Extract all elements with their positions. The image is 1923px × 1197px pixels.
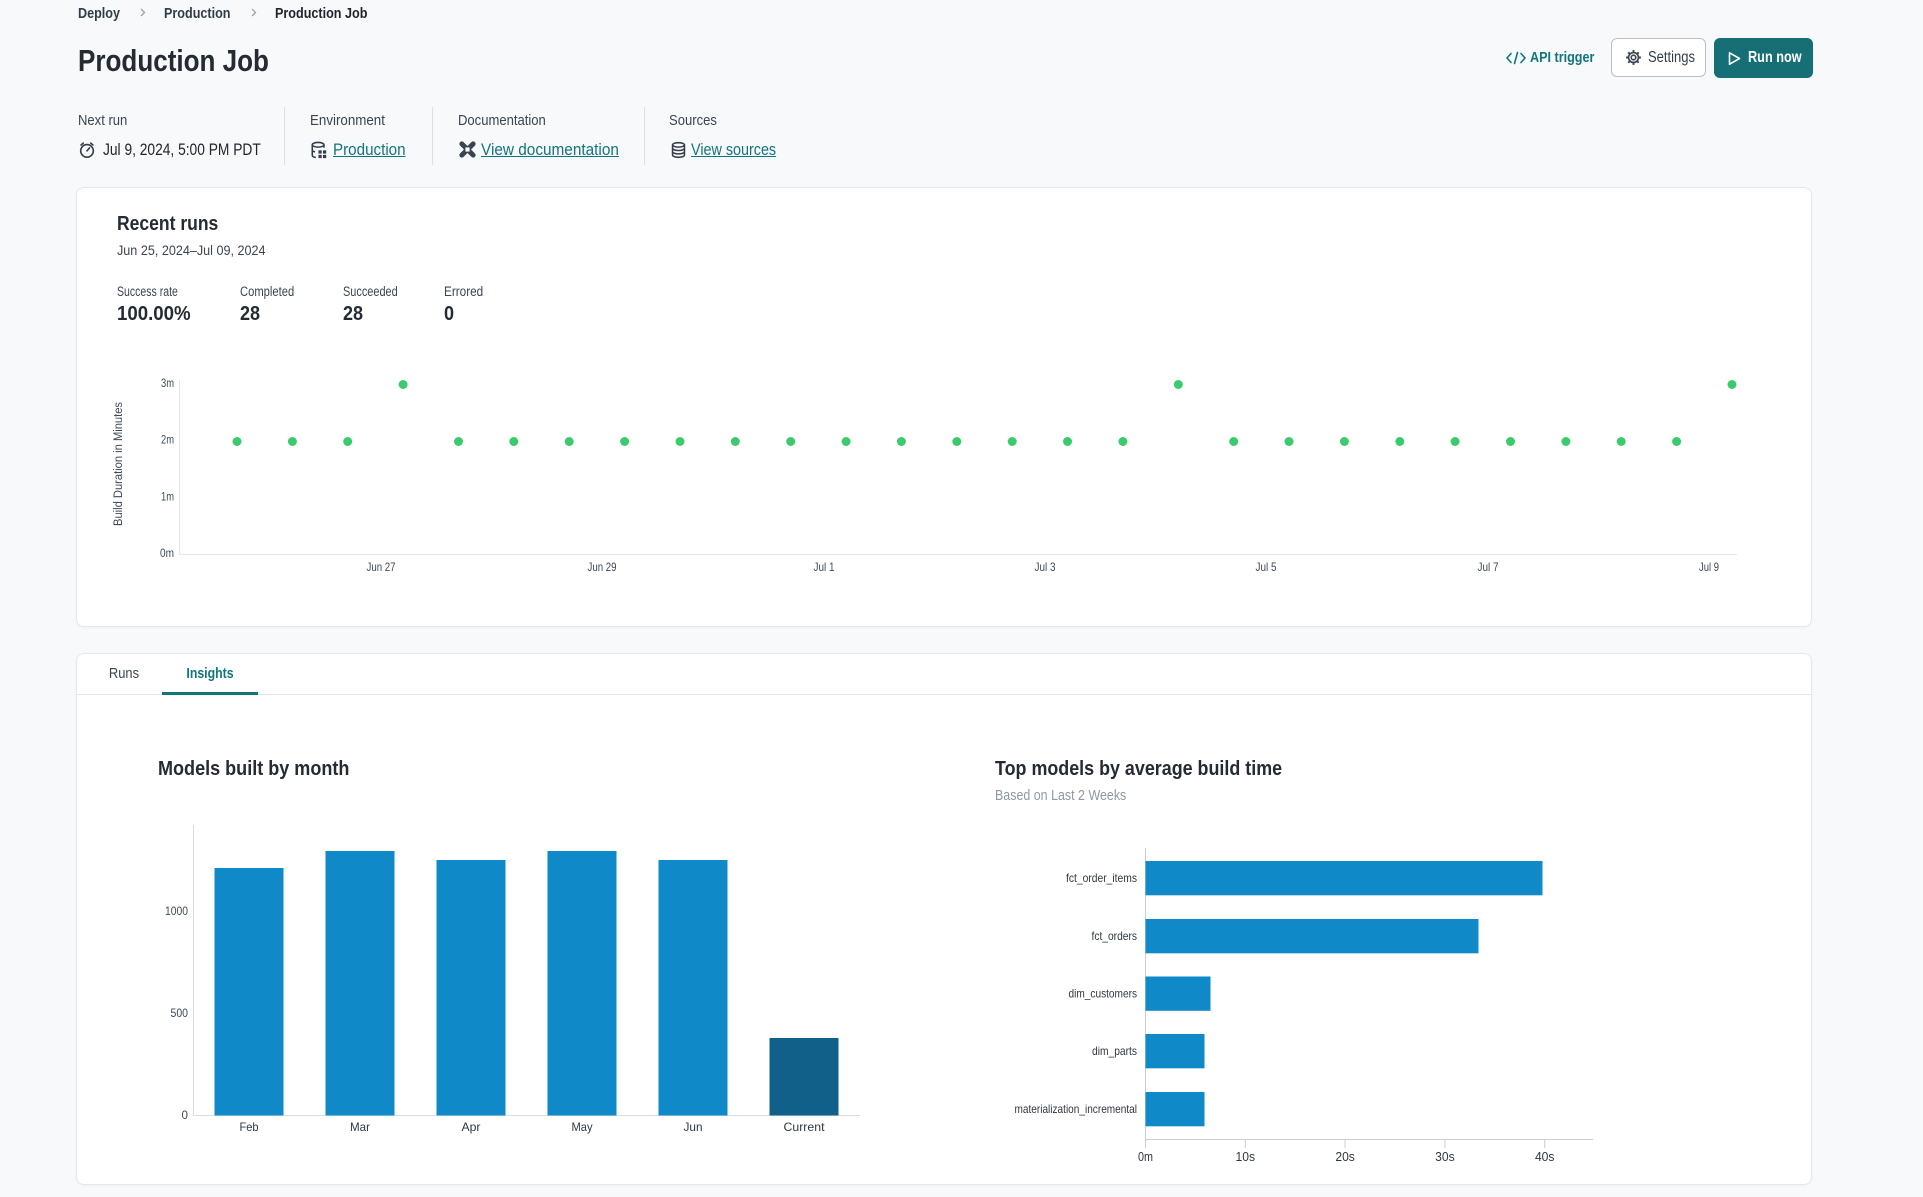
svg-text:3m: 3m	[161, 376, 174, 390]
svg-text:Jun 27: Jun 27	[367, 560, 396, 574]
svg-text:1000: 1000	[165, 904, 188, 918]
svg-text:0m: 0m	[1138, 1150, 1153, 1164]
svg-text:10s: 10s	[1236, 1150, 1256, 1164]
svg-text:Jul 7: Jul 7	[1478, 560, 1499, 574]
svg-text:20s: 20s	[1335, 1150, 1355, 1164]
svg-text:materialization_incremental: materialization_incremental	[1015, 1102, 1138, 1116]
svg-text:0: 0	[182, 1108, 189, 1122]
svg-text:Apr: Apr	[462, 1120, 481, 1134]
svg-text:Mar: Mar	[350, 1120, 370, 1134]
svg-text:dim_parts: dim_parts	[1092, 1044, 1137, 1058]
svg-text:Current: Current	[784, 1120, 826, 1134]
svg-text:fct_order_items: fct_order_items	[1066, 871, 1137, 885]
svg-text:fct_orders: fct_orders	[1092, 929, 1138, 943]
svg-text:Jun: Jun	[684, 1120, 703, 1134]
svg-text:1m: 1m	[161, 489, 174, 503]
svg-text:Jul 9: Jul 9	[1699, 560, 1719, 574]
svg-text:Jun 29: Jun 29	[588, 560, 617, 574]
svg-text:Jul 3: Jul 3	[1035, 560, 1056, 574]
svg-text:30s: 30s	[1435, 1150, 1455, 1164]
svg-text:dim_customers: dim_customers	[1069, 987, 1138, 1001]
svg-text:Jul 1: Jul 1	[814, 560, 835, 574]
svg-text:2m: 2m	[161, 433, 174, 447]
svg-text:40s: 40s	[1535, 1150, 1555, 1164]
svg-text:Build Duration in Minutes: Build Duration in Minutes	[113, 402, 125, 526]
svg-text:0m: 0m	[160, 546, 174, 560]
svg-text:May: May	[572, 1120, 593, 1134]
svg-text:Jul 5: Jul 5	[1256, 560, 1277, 574]
svg-text:Feb: Feb	[240, 1120, 259, 1134]
svg-text:500: 500	[171, 1006, 189, 1020]
